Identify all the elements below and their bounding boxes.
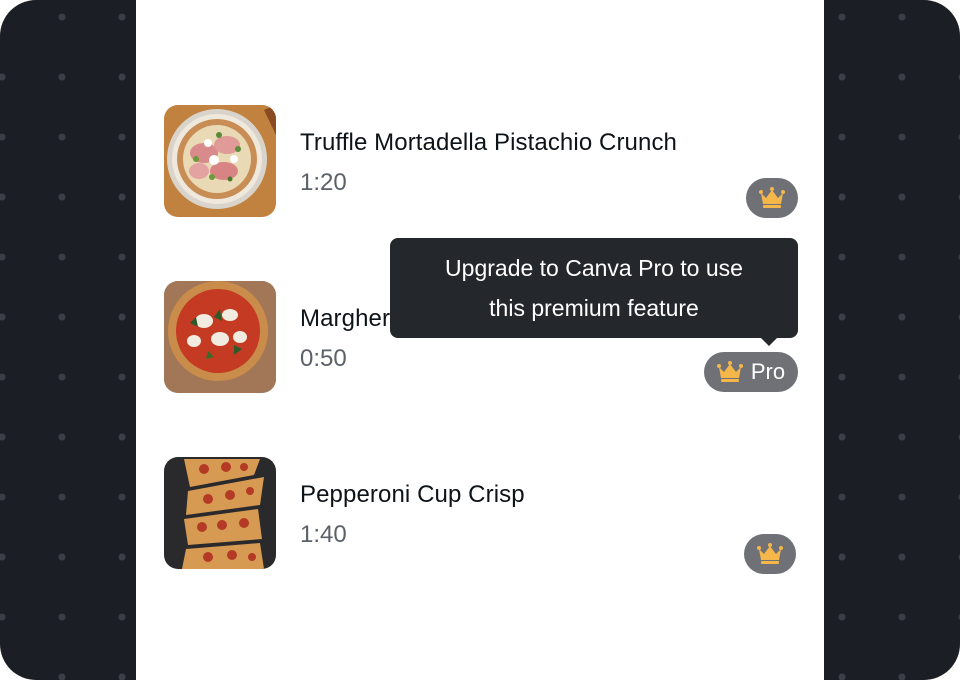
tooltip-text: Upgrade to Canva Pro to use this premium… [445,248,743,328]
pro-label: Pro [750,359,786,384]
crown-icon [759,187,785,208]
pizza-pepperoni-image [164,457,276,569]
tooltip-arrow [760,337,778,346]
pizza-mortadella-image [164,105,276,217]
item-duration: 1:40 [300,521,347,548]
item-title: Pepperoni Cup Crisp [300,481,525,508]
crown-icon [757,543,783,564]
premium-badge[interactable] [746,178,798,218]
tooltip-line-1: Upgrade to Canva Pro to use [445,255,743,281]
crown-icon [716,361,743,382]
audio-list-panel: Truffle Mortadella Pistachio Crunch 1:20 [136,0,824,680]
item-title: Truffle Mortadella Pistachio Crunch [300,129,677,156]
pizza-margherita-image [164,281,276,393]
upgrade-tooltip: Upgrade to Canva Pro to use this premium… [390,238,798,346]
premium-badge[interactable] [744,534,796,574]
list-item[interactable]: Truffle Mortadella Pistachio Crunch 1:20 [164,105,798,218]
item-duration: 1:20 [300,169,347,196]
app-background: Truffle Mortadella Pistachio Crunch 1:20 [0,0,960,680]
tooltip-line-2: this premium feature [489,295,699,321]
pro-badge[interactable]: Pro [704,352,798,392]
item-duration: 0:50 [300,345,347,372]
list-item[interactable]: Pepperoni Cup Crisp 1:40 [164,457,796,574]
